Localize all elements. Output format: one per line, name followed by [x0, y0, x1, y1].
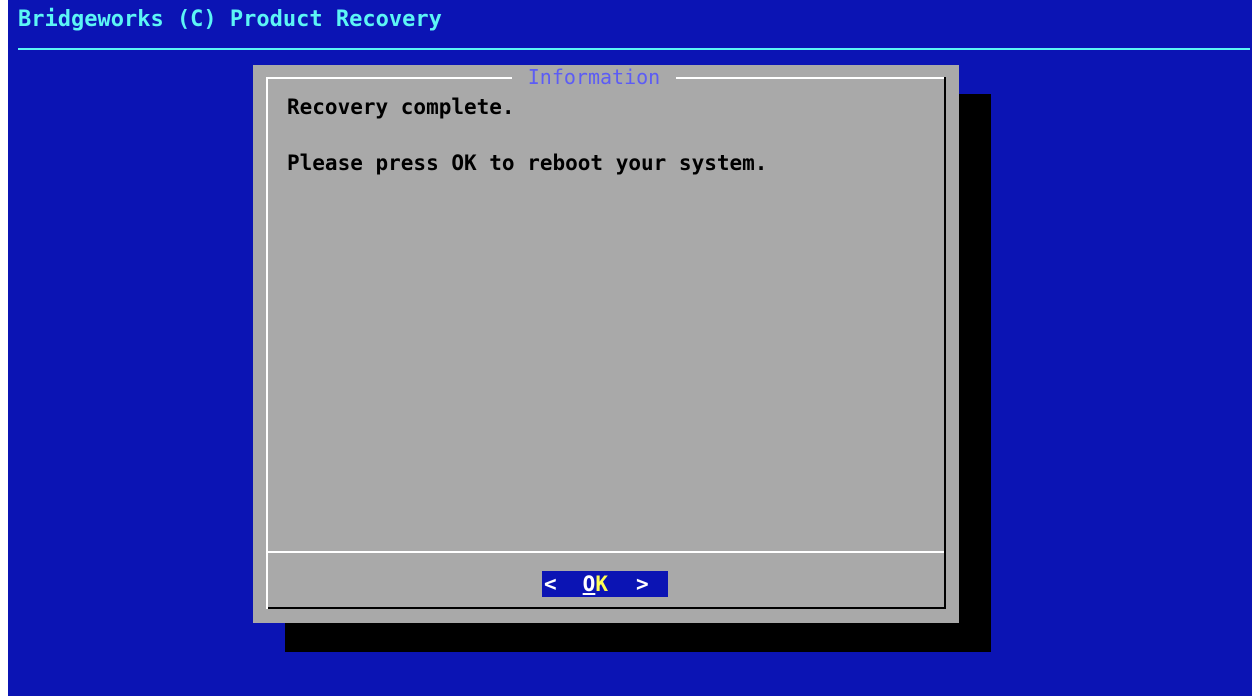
- dialog-frame-top-right: [676, 77, 945, 79]
- backtitle: Bridgeworks (C) Product Recovery: [18, 7, 442, 32]
- ok-button-label-rest: K: [595, 572, 608, 596]
- dialog-frame-top-left: [268, 77, 512, 79]
- ok-button-label: OK: [583, 571, 608, 597]
- dialog-title: Information: [527, 65, 661, 89]
- backtitle-divider: [18, 48, 1250, 50]
- dialog-frame-left: [266, 77, 268, 609]
- dialog-frame-bottom: [268, 607, 944, 609]
- recovery-screen: Bridgeworks (C) Product Recovery Informa…: [8, 0, 1252, 696]
- ok-button-hotkey: O: [582, 572, 596, 596]
- information-dialog: Information Recovery complete. Please pr…: [253, 65, 959, 623]
- message-line-1: Recovery complete.: [287, 95, 515, 119]
- message-line-2: Please press OK to reboot your system.: [287, 151, 768, 175]
- dialog-frame-right: [944, 77, 946, 609]
- dialog-button-separator: [268, 551, 944, 553]
- ok-button-right-bracket: >: [635, 572, 649, 596]
- ok-button[interactable]: < OK >: [542, 571, 668, 597]
- ok-button-left-bracket: <: [544, 572, 557, 596]
